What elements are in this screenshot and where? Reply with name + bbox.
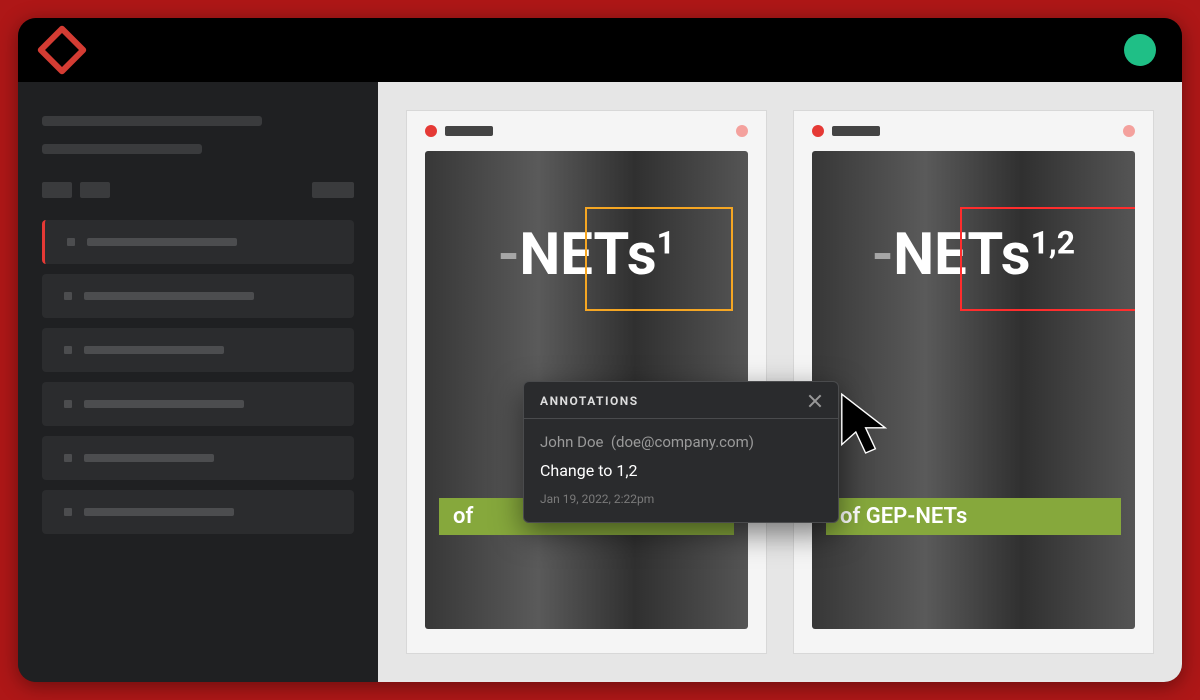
item-label-placeholder — [84, 400, 244, 408]
slide-preview: -NETs1,2 of GEP-NETs — [812, 151, 1135, 629]
item-label-placeholder — [84, 454, 214, 462]
page-title-placeholder — [445, 126, 493, 136]
secondary-dot-icon — [736, 125, 748, 137]
sidebar-subtitle-placeholder — [42, 144, 202, 154]
annotation-message: Change to 1,2 — [540, 461, 822, 480]
sidebar-tabs — [42, 182, 354, 198]
headline-main: NETs — [519, 221, 656, 289]
item-dot-icon — [64, 400, 72, 408]
user-avatar[interactable] — [1124, 34, 1156, 66]
item-dot-icon — [67, 238, 75, 246]
item-dot-icon — [64, 508, 72, 516]
sidebar-item[interactable] — [42, 382, 354, 426]
item-label-placeholder — [84, 292, 254, 300]
sidebar-tab[interactable] — [80, 182, 110, 198]
sidebar-item[interactable] — [42, 274, 354, 318]
page-left[interactable]: -NETs1 of ANNOTATIONS John Doe (doe@comp… — [406, 110, 767, 654]
item-label-placeholder — [84, 346, 224, 354]
slide-headline: -NETs1,2 — [812, 221, 1135, 289]
item-label-placeholder — [87, 238, 237, 246]
popover-header: ANNOTATIONS — [524, 382, 838, 419]
sidebar-item[interactable] — [42, 490, 354, 534]
annotation-popover: ANNOTATIONS John Doe (doe@company.com) C… — [523, 381, 839, 523]
sidebar-tab[interactable] — [312, 182, 354, 198]
page-right[interactable]: -NETs1,2 of GEP-NETs — [793, 110, 1154, 654]
status-dot-icon — [425, 125, 437, 137]
sidebar-title-placeholder — [42, 116, 262, 126]
item-dot-icon — [64, 346, 72, 354]
page-header — [812, 125, 1135, 137]
annotation-author: John Doe (doe@company.com) — [540, 433, 822, 451]
headline-superscript: 1,2 — [1031, 224, 1075, 262]
author-name: John Doe — [540, 433, 603, 451]
headline-prefix: - — [872, 221, 893, 289]
page-title-placeholder — [832, 126, 880, 136]
sidebar-item[interactable] — [42, 220, 354, 264]
secondary-dot-icon — [1123, 125, 1135, 137]
item-label-placeholder — [84, 508, 234, 516]
annotation-timestamp: Jan 19, 2022, 2:22pm — [540, 492, 822, 506]
headline-superscript: 1 — [657, 224, 675, 262]
comparison-canvas: -NETs1 of ANNOTATIONS John Doe (doe@comp… — [378, 82, 1182, 682]
item-dot-icon — [64, 454, 72, 462]
page-header — [425, 125, 748, 137]
sidebar — [18, 82, 378, 682]
slide-caption: of GEP-NETs — [826, 498, 1121, 535]
headline-prefix: - — [498, 221, 519, 289]
status-dot-icon — [812, 125, 824, 137]
sidebar-tab[interactable] — [42, 182, 72, 198]
slide-headline: -NETs1 — [425, 221, 748, 289]
app-body: -NETs1 of ANNOTATIONS John Doe (doe@comp… — [18, 82, 1182, 682]
titlebar — [18, 18, 1182, 82]
close-icon[interactable] — [808, 394, 822, 408]
sidebar-item[interactable] — [42, 328, 354, 372]
item-dot-icon — [64, 292, 72, 300]
author-email: (doe@company.com) — [611, 433, 754, 451]
popover-body: John Doe (doe@company.com) Change to 1,2… — [524, 419, 838, 522]
headline-main: NETs — [893, 221, 1030, 289]
sidebar-item[interactable] — [42, 436, 354, 480]
app-window: -NETs1 of ANNOTATIONS John Doe (doe@comp… — [18, 18, 1182, 682]
app-logo-icon[interactable] — [37, 25, 88, 76]
popover-title: ANNOTATIONS — [540, 394, 639, 408]
